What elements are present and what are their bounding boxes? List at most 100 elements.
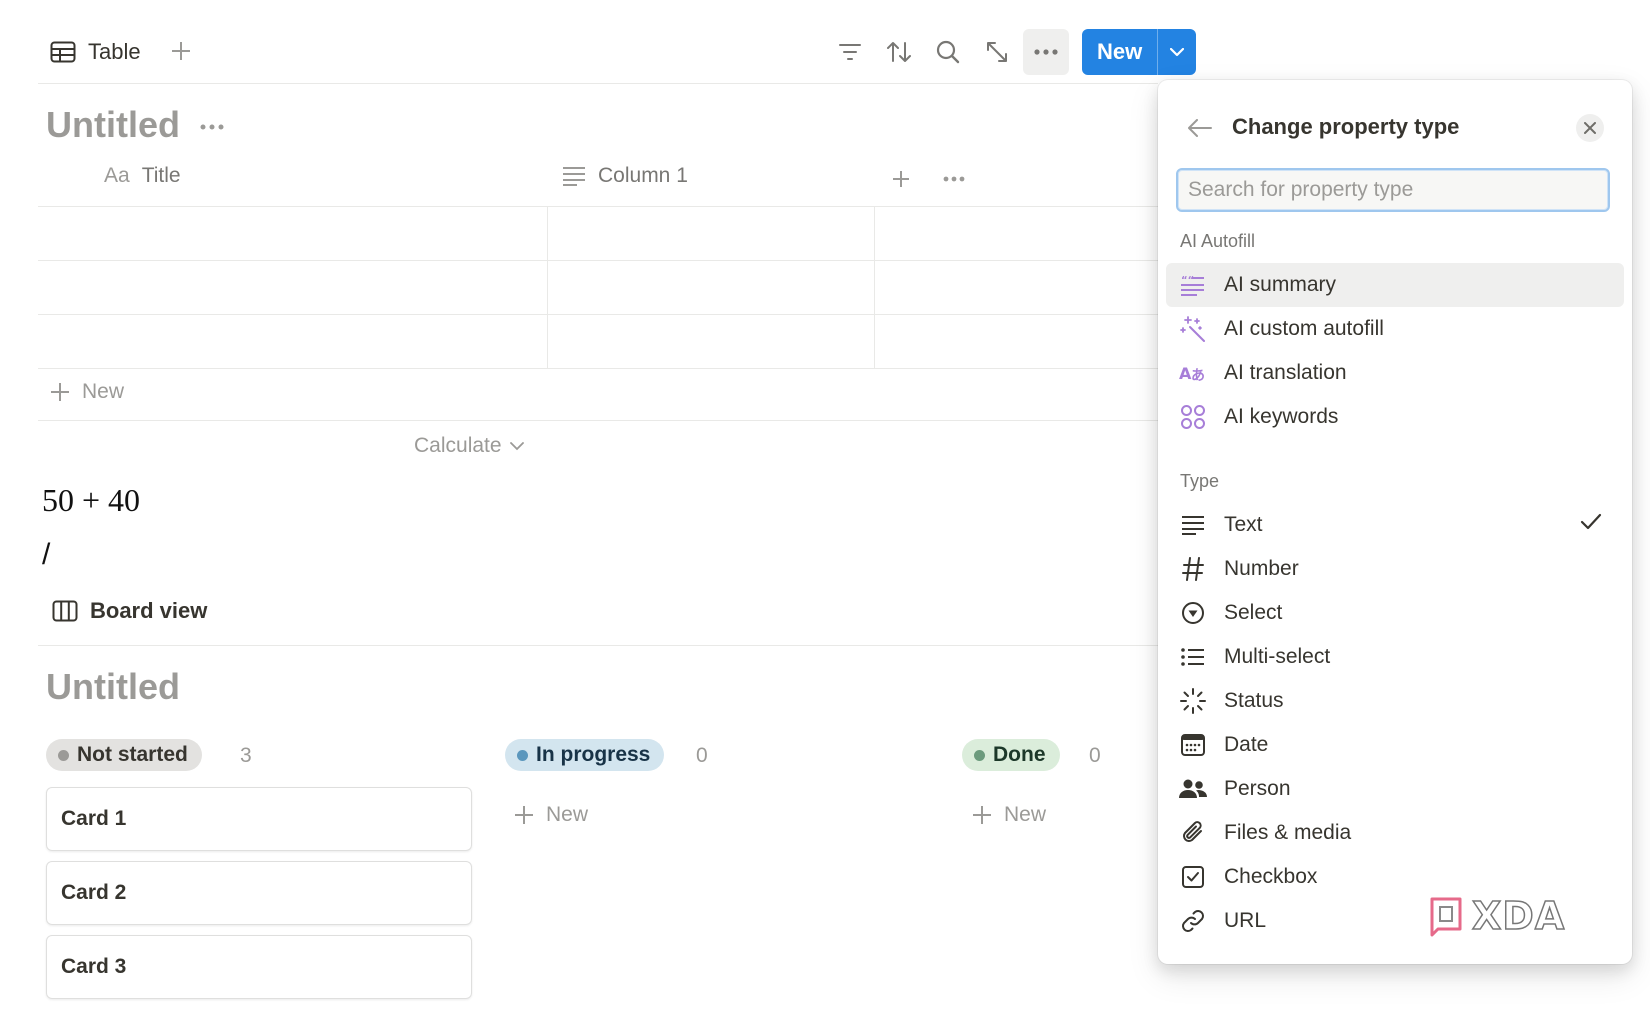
table-row-2-column-1-cell[interactable] — [548, 261, 874, 314]
toolbar-divider — [38, 83, 1158, 84]
sort-icon — [886, 41, 912, 63]
view-tab-board[interactable]: Board view — [52, 598, 207, 624]
status-group-label: Not started — [77, 743, 188, 766]
board-card[interactable]: Card 2 — [46, 861, 472, 925]
close-button[interactable] — [1576, 114, 1604, 142]
table-row-3-column-1-cell[interactable] — [548, 315, 874, 368]
option-ai-keywords[interactable]: AI keywords — [1166, 395, 1624, 439]
column-header-column-1[interactable]: Column 1 — [562, 164, 688, 188]
status-dot — [517, 749, 528, 761]
list-icon — [1178, 642, 1208, 672]
new-dropdown-button[interactable] — [1157, 29, 1196, 75]
status-group-count: 0 — [1089, 744, 1101, 767]
status-dot — [974, 749, 985, 761]
arrow-left-icon — [1188, 119, 1212, 137]
table-new-row-button[interactable]: New — [50, 380, 124, 404]
board-card[interactable]: Card 1 — [46, 787, 472, 851]
new-card-label: New — [1004, 803, 1047, 826]
table-row-2-title-cell[interactable] — [38, 261, 547, 314]
expand-icon — [986, 41, 1008, 63]
board-divider — [38, 645, 1158, 646]
popup-header: Change property type — [1158, 94, 1632, 158]
property-type-search-input[interactable] — [1176, 168, 1610, 212]
plus-icon — [972, 805, 992, 825]
board-view-label: Board view — [90, 598, 208, 623]
translate-icon: Aあ — [1178, 358, 1208, 388]
done-new-card-button[interactable]: New — [972, 803, 1046, 827]
xda-logo-icon — [1428, 895, 1468, 937]
new-button-group: New — [1082, 29, 1196, 75]
expand-button[interactable] — [977, 32, 1017, 72]
filter-button[interactable] — [830, 32, 870, 72]
new-button[interactable]: New — [1082, 29, 1157, 75]
column-header-title[interactable]: Aa Title — [104, 164, 181, 188]
option-label: Person — [1224, 777, 1291, 800]
checkbox-icon — [1178, 862, 1208, 892]
option-ai-translation[interactable]: Aあ AI translation — [1166, 351, 1624, 395]
people-icon — [1178, 774, 1208, 804]
table-row-3-title-cell[interactable] — [38, 315, 547, 368]
calendar-icon — [1178, 730, 1208, 760]
table-divider — [38, 420, 1158, 421]
search-icon — [936, 40, 960, 64]
search-button[interactable] — [928, 32, 968, 72]
option-status[interactable]: Status — [1166, 679, 1624, 723]
option-date[interactable]: Date — [1166, 723, 1624, 767]
option-label: AI keywords — [1224, 405, 1339, 428]
option-number[interactable]: Number — [1166, 547, 1624, 591]
table-row-1-title-cell[interactable] — [38, 207, 547, 260]
sort-button[interactable] — [879, 32, 919, 72]
board-title[interactable]: Untitled — [46, 666, 180, 708]
option-label: Checkbox — [1224, 865, 1318, 888]
more-options-button[interactable] — [1023, 29, 1069, 75]
chevron-down-icon — [1170, 47, 1185, 57]
column-more-button[interactable] — [938, 164, 970, 194]
equation-block[interactable]: 50 + 40 — [42, 482, 140, 519]
table-row-1-column-1-cell[interactable] — [548, 207, 874, 260]
column-header-label: Title — [141, 164, 181, 187]
option-checkbox[interactable]: Checkbox — [1166, 855, 1624, 899]
status-group-not-started[interactable]: Not started — [46, 739, 202, 771]
option-ai-summary[interactable]: ““ AI summary — [1166, 263, 1624, 307]
table-title-more-button[interactable] — [196, 112, 228, 142]
option-select[interactable]: Select — [1166, 591, 1624, 635]
ai-autofill-section-label: AI Autofill — [1180, 231, 1256, 251]
plus-icon — [171, 41, 191, 61]
option-label: Text — [1224, 513, 1263, 536]
hash-icon — [1178, 554, 1208, 584]
status-group-in-progress[interactable]: In progress — [505, 739, 665, 771]
more-icon — [1034, 49, 1058, 55]
add-column-button[interactable] — [886, 164, 916, 194]
option-label: Multi-select — [1224, 645, 1331, 668]
more-icon — [200, 124, 224, 130]
option-label: AI summary — [1224, 273, 1337, 296]
table-icon — [50, 41, 76, 63]
option-text[interactable]: Text — [1166, 503, 1624, 547]
chevron-down-icon — [509, 441, 524, 451]
svg-text:あ: あ — [1191, 368, 1205, 384]
status-group-done[interactable]: Done — [962, 739, 1060, 771]
new-row-label: New — [82, 380, 125, 403]
board-icon — [52, 600, 78, 622]
option-label: AI custom autofill — [1224, 317, 1384, 340]
text-icon — [1178, 510, 1208, 540]
option-label: Number — [1224, 557, 1299, 580]
option-multi-select[interactable]: Multi-select — [1166, 635, 1624, 679]
close-icon — [1584, 122, 1596, 134]
option-ai-custom-autofill[interactable]: AI custom autofill — [1166, 307, 1624, 351]
select-icon — [1178, 598, 1208, 628]
board-card[interactable]: Card 3 — [46, 935, 472, 999]
option-files-media[interactable]: Files & media — [1166, 811, 1624, 855]
view-tab-table[interactable]: Table — [50, 32, 141, 72]
option-label: Select — [1224, 601, 1283, 624]
slash-command-text[interactable]: / — [42, 538, 50, 572]
in-progress-new-card-button[interactable]: New — [514, 803, 588, 827]
table-divider — [38, 368, 1158, 369]
back-button[interactable] — [1184, 112, 1216, 144]
keywords-icon — [1178, 402, 1208, 432]
plus-icon — [514, 805, 534, 825]
table-title[interactable]: Untitled — [46, 104, 180, 146]
option-person[interactable]: Person — [1166, 767, 1624, 811]
add-view-button[interactable] — [166, 36, 196, 66]
calculate-button[interactable]: Calculate — [414, 434, 524, 458]
